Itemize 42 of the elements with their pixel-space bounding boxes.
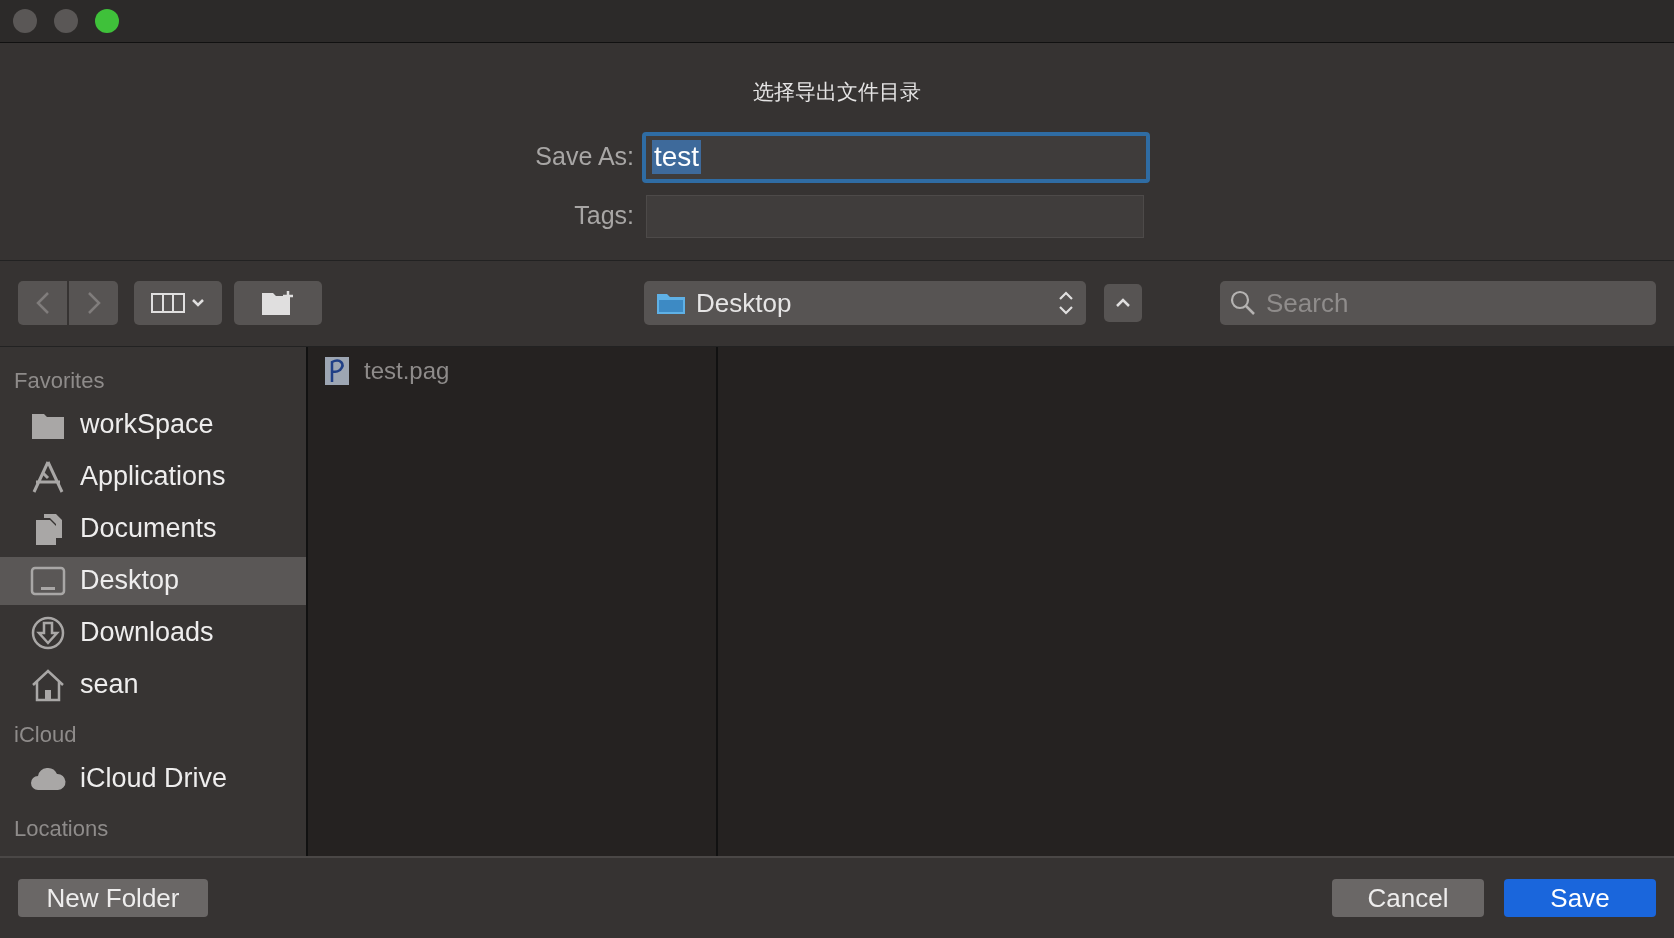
sidebar-item[interactable]: Desktop [0, 556, 306, 605]
app-store-icon [30, 459, 66, 494]
save-button[interactable]: Save [1504, 879, 1656, 917]
sidebar-item[interactable]: Documents [0, 504, 306, 553]
sidebar-item[interactable]: sean [0, 660, 306, 709]
sidebar-section-title: iCloud [13, 720, 78, 749]
field-label: Tags: [573, 200, 634, 232]
sidebar-item[interactable]: workSpace [0, 400, 306, 449]
chevron-left-icon [35, 291, 50, 315]
expand-collapse-button[interactable] [1104, 284, 1142, 322]
sidebar-item[interactable]: Downloads [0, 608, 306, 657]
minimize-window-icon[interactable] [54, 9, 78, 33]
chevron-down-icon [191, 298, 205, 308]
new-folder-icon-button[interactable] [234, 281, 322, 325]
location-dropdown[interactable]: Desktop [644, 281, 1086, 325]
save-as-field[interactable]: test [642, 131, 1150, 183]
file-item[interactable]: test.pag [308, 352, 716, 389]
download-icon [30, 615, 66, 650]
view-mode-button[interactable] [134, 281, 222, 325]
sidebar-item[interactable]: Applications [0, 452, 306, 501]
sidebar-item[interactable]: iCloud Drive [0, 754, 306, 803]
cancel-button[interactable]: Cancel [1332, 879, 1484, 917]
search-icon [1230, 290, 1256, 316]
chevron-right-icon [86, 291, 101, 315]
close-window-icon[interactable] [13, 9, 37, 33]
home-icon [30, 667, 66, 702]
stepper-icon [1058, 289, 1074, 317]
forward-button[interactable] [69, 281, 118, 325]
dialog-title: 选择导出文件目录 [753, 79, 921, 105]
chevron-up-icon [1115, 298, 1131, 308]
folder-icon [656, 291, 686, 315]
selected-text: test [652, 140, 702, 174]
columns-icon [151, 293, 185, 313]
zoom-window-icon[interactable] [95, 9, 119, 33]
sidebar-section-title: Locations [13, 814, 110, 843]
search-field[interactable]: Search [1220, 281, 1656, 325]
file-icon [324, 355, 350, 386]
field-label: Save As: [534, 141, 634, 173]
new-folder-button[interactable]: New Folder [18, 879, 208, 917]
new-folder-icon [260, 289, 296, 317]
back-button[interactable] [18, 281, 67, 325]
sidebar-section-title: Favorites [13, 366, 106, 395]
